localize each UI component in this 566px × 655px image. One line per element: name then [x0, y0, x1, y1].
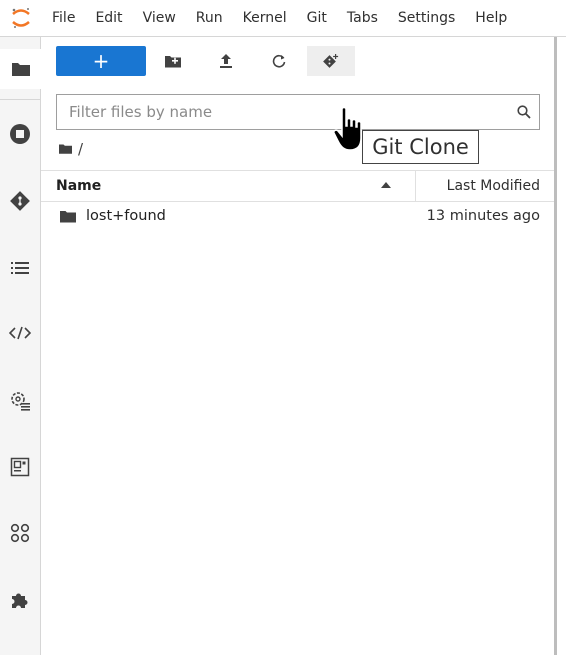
file-list-header: Name Last Modified	[41, 170, 555, 202]
puzzle-icon	[12, 593, 28, 608]
column-modified-header[interactable]: Last Modified	[447, 178, 540, 194]
sidebar-property-inspector[interactable]	[0, 381, 40, 421]
new-launcher-button[interactable]: +	[56, 46, 146, 76]
git-clone-button[interactable]	[307, 46, 355, 76]
sidebar-file-browser[interactable]	[0, 49, 41, 89]
sidebar-commands[interactable]	[0, 447, 40, 487]
commands-icon	[10, 457, 30, 477]
home-folder-icon[interactable]	[59, 144, 72, 154]
main-area-edge	[557, 37, 566, 655]
extensions-icon	[10, 523, 30, 543]
sidebar-divider	[0, 99, 40, 100]
filter-files-input[interactable]	[67, 96, 509, 128]
file-row[interactable]: lost+found 13 minutes ago	[41, 203, 555, 229]
menu-bar: File Edit View Run Kernel Git Tabs Setti…	[0, 0, 566, 37]
new-folder-button[interactable]	[156, 46, 190, 76]
left-sidebar	[0, 37, 41, 655]
folder-icon	[11, 63, 30, 76]
breadcrumb-path[interactable]: /	[78, 140, 83, 158]
menu-view[interactable]: View	[133, 0, 186, 37]
menu-edit[interactable]: Edit	[85, 0, 132, 37]
new-folder-icon	[165, 55, 181, 67]
menu-kernel[interactable]: Kernel	[233, 0, 297, 37]
git-icon	[10, 191, 30, 211]
sidebar-extensions[interactable]	[0, 513, 40, 553]
menu-tabs[interactable]: Tabs	[337, 0, 388, 37]
sidebar-toc[interactable]	[0, 248, 40, 288]
menu-help[interactable]: Help	[465, 0, 517, 37]
refresh-icon	[272, 54, 286, 68]
file-name: lost+found	[86, 208, 166, 224]
menu-run[interactable]: Run	[186, 0, 233, 37]
sidebar-git[interactable]	[0, 181, 40, 221]
menu-settings[interactable]: Settings	[388, 0, 465, 37]
upload-icon	[220, 54, 232, 68]
jupyter-logo	[0, 0, 42, 37]
menu-file[interactable]: File	[42, 0, 85, 37]
file-modified: 13 minutes ago	[426, 208, 540, 224]
file-browser-panel: + Filter files by name / Name Last Modif…	[41, 37, 555, 655]
search-icon	[509, 105, 539, 119]
column-divider[interactable]	[415, 171, 416, 201]
git-clone-tooltip: Git Clone	[362, 130, 479, 164]
sidebar-code[interactable]	[0, 313, 40, 353]
upload-button[interactable]	[209, 46, 243, 76]
filter-box	[56, 94, 540, 130]
git-clone-icon	[323, 54, 339, 68]
running-icon	[10, 124, 30, 144]
breadcrumb: /	[59, 139, 83, 159]
toc-icon	[11, 262, 29, 274]
menu-git[interactable]: Git	[297, 0, 337, 37]
hand-pointer-cursor-icon	[333, 106, 362, 151]
code-icon	[9, 326, 31, 340]
folder-icon	[60, 211, 76, 223]
refresh-button[interactable]	[262, 46, 296, 76]
sidebar-puzzle[interactable]	[0, 580, 40, 620]
sidebar-running[interactable]	[0, 114, 40, 154]
sort-ascending-icon	[381, 182, 391, 188]
column-name-header[interactable]: Name	[56, 178, 101, 194]
property-inspector-icon	[11, 392, 30, 411]
